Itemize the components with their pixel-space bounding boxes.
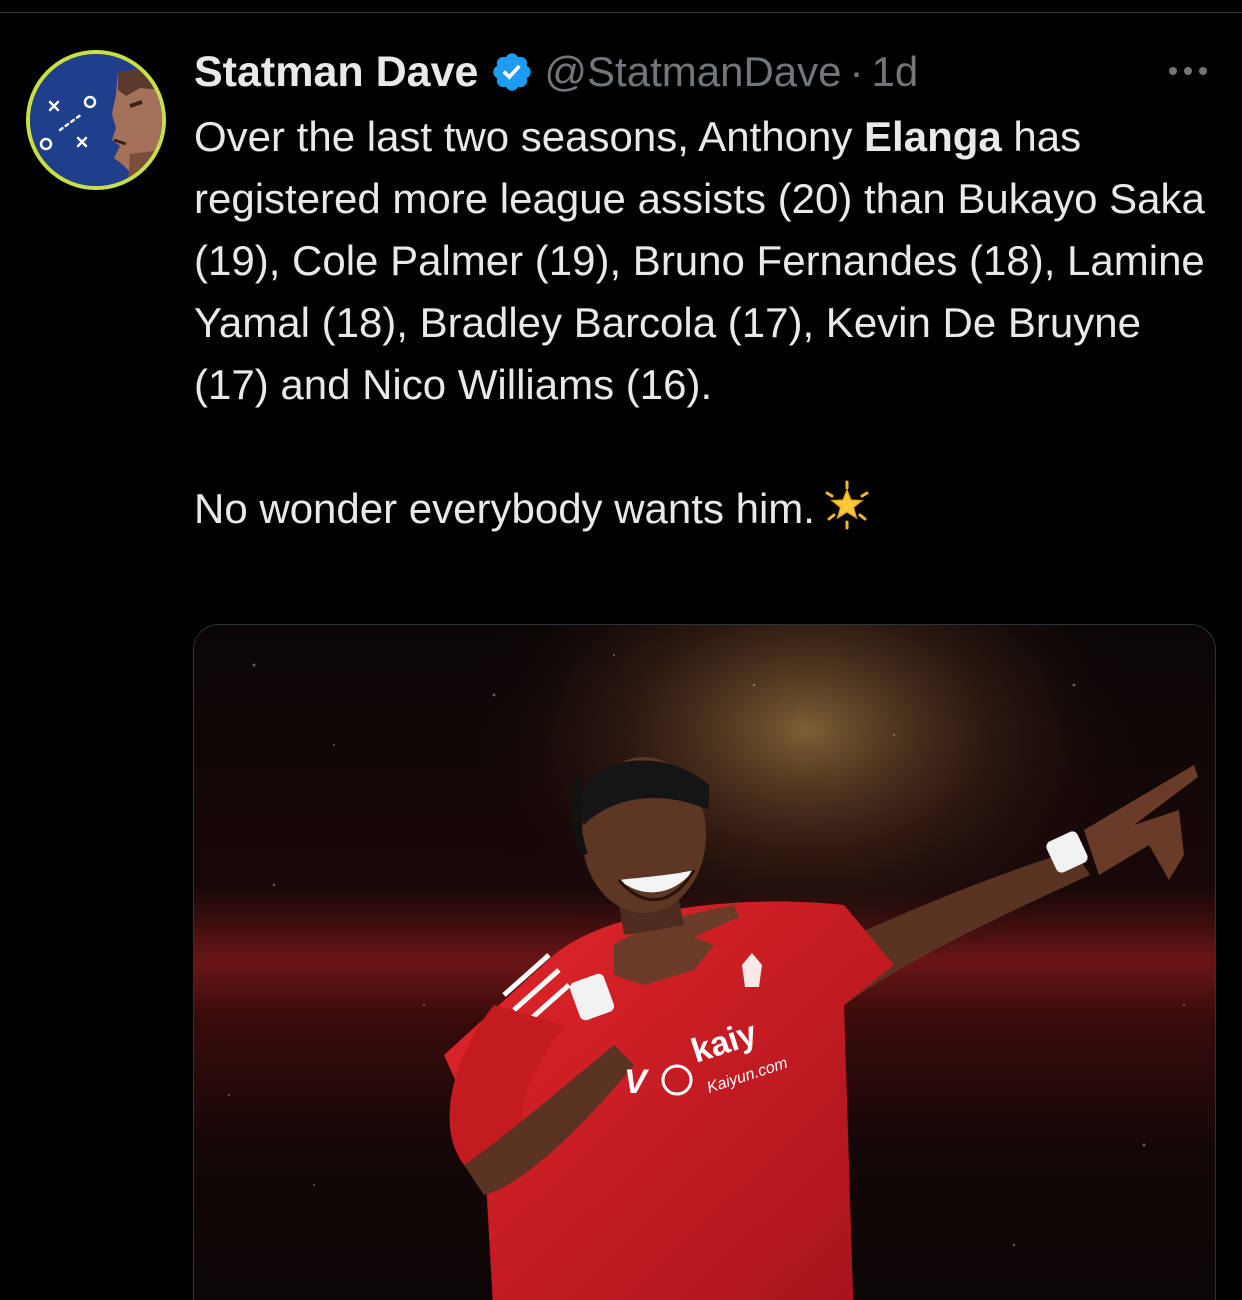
text-segment: No wonder everybody wants him.: [194, 485, 815, 532]
tweet-timestamp[interactable]: 1d: [872, 48, 919, 96]
separator-dot: ·: [849, 48, 864, 95]
author-display-name[interactable]: Statman Dave: [194, 48, 478, 97]
tweet-paragraph-1: Over the last two seasons, Anthony Elang…: [194, 106, 1224, 416]
tweet-paragraph-2: No wonder everybody wants him.: [194, 478, 1224, 540]
author-avatar[interactable]: [26, 50, 166, 190]
tactics-board-avatar-icon: [30, 54, 162, 186]
tweet-page: Statman Dave @StatmanDave · 1d Over the …: [0, 0, 1242, 1300]
glowing-star-icon: [821, 479, 873, 531]
tweet-text: Over the last two seasons, Anthony Elang…: [194, 106, 1224, 540]
svg-text:V: V: [624, 1063, 650, 1101]
tweet-header: Statman Dave @StatmanDave · 1d: [194, 44, 918, 100]
author-handle[interactable]: @StatmanDave: [544, 48, 841, 96]
tweet-media-photo[interactable]: V kaiy Kaiyun.com: [193, 624, 1216, 1300]
divider: [0, 12, 1242, 13]
more-horizontal-icon[interactable]: [1166, 60, 1210, 82]
verified-badge-icon: [490, 50, 534, 94]
bold-name: Elanga: [864, 113, 1002, 160]
footballer-celebrating-photo: V kaiy Kaiyun.com: [194, 625, 1215, 1300]
text-segment: Over the last two seasons, Anthony: [194, 113, 865, 160]
